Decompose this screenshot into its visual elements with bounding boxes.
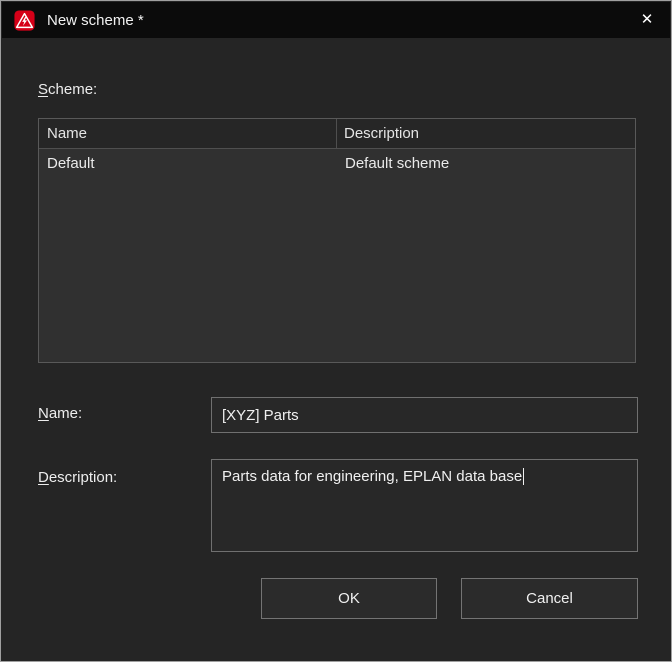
new-scheme-dialog: New scheme * ✕ Scheme: Name Description … xyxy=(0,0,672,662)
scheme-label: Scheme: xyxy=(38,81,97,98)
titlebar[interactable]: New scheme * ✕ xyxy=(2,2,670,38)
table-row[interactable]: Default Default scheme xyxy=(39,149,635,179)
row-name-cell[interactable]: Default xyxy=(39,149,337,179)
description-label: Description: xyxy=(38,469,117,486)
row-description-cell[interactable]: Default scheme xyxy=(337,149,635,179)
cancel-button[interactable]: Cancel xyxy=(461,578,638,619)
column-header-name[interactable]: Name xyxy=(39,119,337,148)
name-label-rest: ame: xyxy=(49,405,82,422)
description-label-accesskey: D xyxy=(38,469,49,486)
name-label: Name: xyxy=(38,405,82,422)
dialog-body: Scheme: Name Description Default Default… xyxy=(1,38,671,661)
name-input[interactable] xyxy=(211,397,638,433)
scheme-label-rest: cheme: xyxy=(48,81,97,98)
scheme-label-accesskey: S xyxy=(38,81,48,98)
scheme-table-header: Name Description xyxy=(39,119,635,149)
dialog-title: New scheme * xyxy=(47,12,144,29)
column-header-description[interactable]: Description xyxy=(337,119,635,148)
description-label-rest: escription: xyxy=(49,469,117,486)
name-label-accesskey: N xyxy=(38,405,49,422)
description-textarea[interactable]: Parts data for engineering, EPLAN data b… xyxy=(211,459,638,552)
ok-button[interactable]: OK xyxy=(261,578,437,619)
close-button[interactable]: ✕ xyxy=(624,2,670,38)
description-text: Parts data for engineering, EPLAN data b… xyxy=(222,468,522,485)
eplan-logo-icon xyxy=(14,10,35,31)
scheme-table: Name Description Default Default scheme xyxy=(38,118,636,363)
text-caret xyxy=(523,468,524,485)
